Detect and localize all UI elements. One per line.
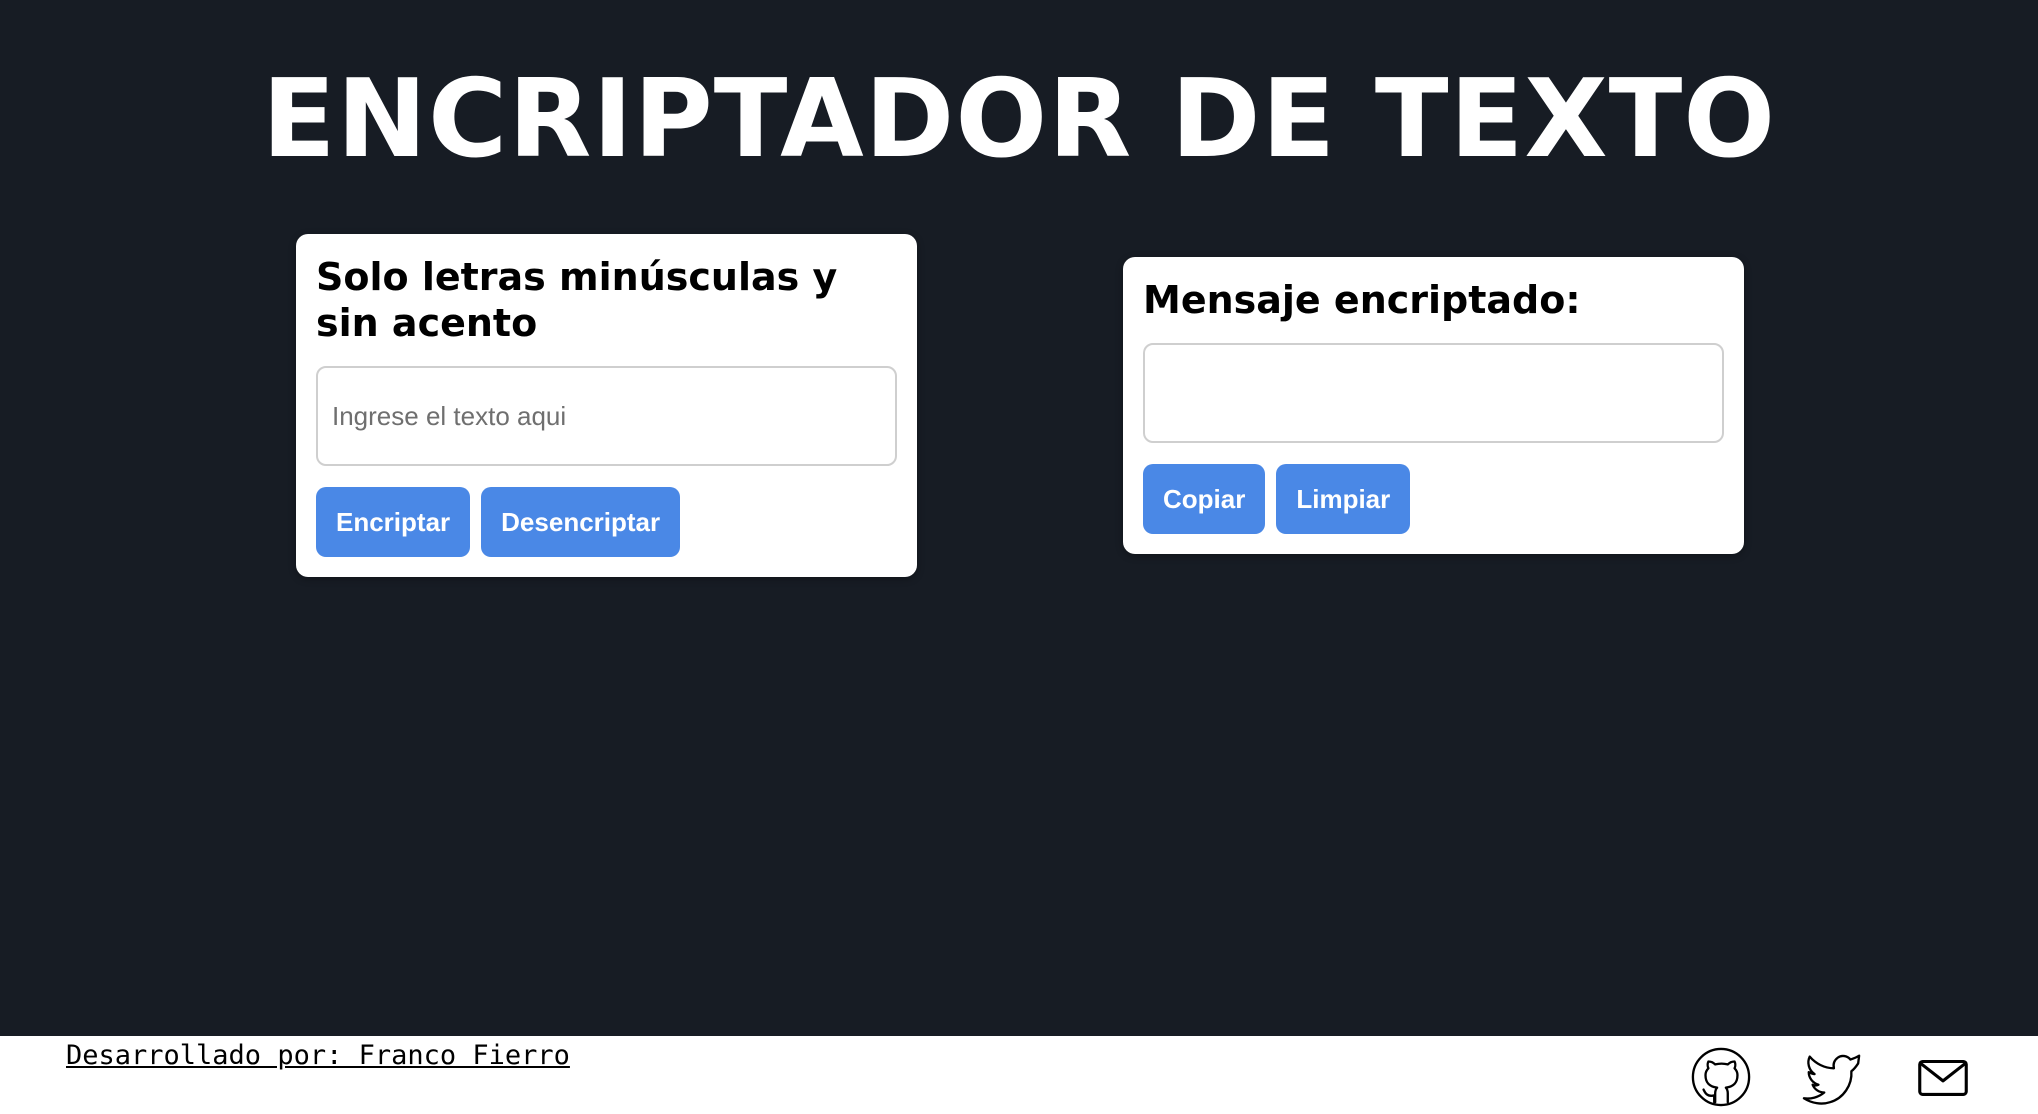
decrypt-button[interactable]: Desencriptar xyxy=(481,487,681,557)
input-card: Solo letras minúsculas y sin acento Encr… xyxy=(296,234,917,577)
copy-button[interactable]: Copiar xyxy=(1143,464,1266,534)
mail-icon[interactable] xyxy=(1912,1046,1974,1108)
developer-credit-link[interactable]: Desarrollado por: Franco Fierro xyxy=(66,1040,570,1071)
footer: Desarrollado por: Franco Fierro xyxy=(0,1036,2038,1114)
encrypted-output[interactable] xyxy=(1143,343,1724,443)
clear-button[interactable]: Limpiar xyxy=(1276,464,1411,534)
page-title: ENCRIPTADOR DE TEXTO xyxy=(261,57,1777,182)
input-button-row: Encriptar Desencriptar xyxy=(316,487,897,557)
input-card-heading: Solo letras minúsculas y sin acento xyxy=(316,255,838,345)
twitter-icon[interactable] xyxy=(1801,1046,1863,1108)
encrypt-button[interactable]: Encriptar xyxy=(316,487,471,557)
github-icon[interactable] xyxy=(1690,1046,1752,1108)
output-card: Mensaje encriptado: Copiar Limpiar xyxy=(1123,257,1744,554)
output-button-row: Copiar Limpiar xyxy=(1143,464,1724,534)
text-input[interactable] xyxy=(316,366,897,466)
output-card-heading: Mensaje encriptado: xyxy=(1143,278,1581,322)
